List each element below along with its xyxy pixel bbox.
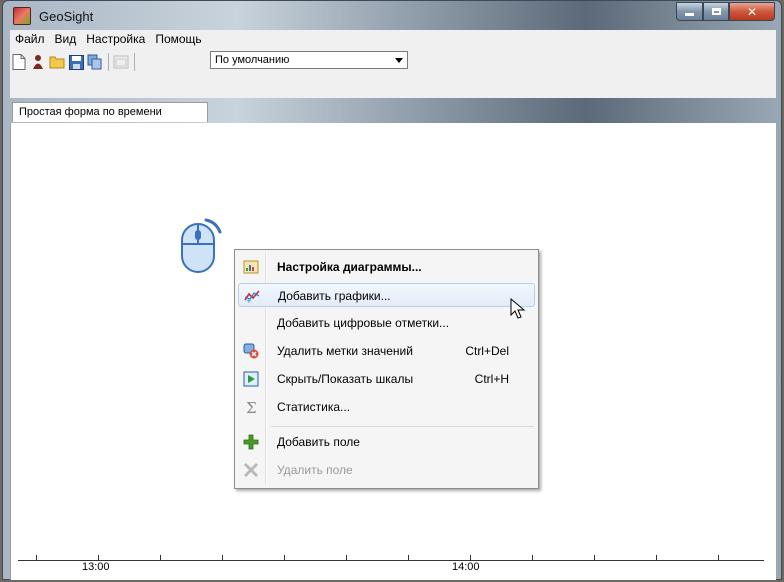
preset-combobox[interactable]: По умолчанию — [210, 51, 408, 69]
save-icon[interactable] — [67, 53, 85, 71]
tab-label: Простая форма по времени — [19, 106, 162, 118]
menu-item-statistics[interactable]: Σ Статистика... — [238, 395, 535, 419]
axis-tick — [346, 555, 347, 561]
open-folder-icon[interactable] — [48, 53, 66, 71]
axis-tick — [532, 555, 533, 561]
copy-icon[interactable] — [86, 53, 104, 71]
sigma-icon: Σ — [246, 399, 257, 415]
menu-help[interactable]: Помощь — [150, 32, 206, 46]
axis-tick — [222, 555, 223, 561]
maximize-button[interactable] — [703, 2, 729, 21]
axis-label-14-00: 14:00 — [452, 561, 480, 573]
close-icon: ✕ — [746, 4, 758, 19]
delete-labels-icon — [243, 343, 259, 359]
svg-text:+: + — [246, 297, 252, 304]
menu-item-chart-settings[interactable]: Настройка диаграммы... — [238, 255, 535, 279]
toolbar-separator — [108, 53, 109, 71]
axis-tick — [160, 555, 161, 561]
toolbar: По умолчанию Простая форма по времени — [10, 48, 776, 122]
person-icon[interactable] — [29, 53, 47, 71]
context-menu: Настройка диаграммы... + Добавить график… — [234, 249, 539, 489]
menu-file[interactable]: Файл — [10, 32, 50, 46]
new-document-icon[interactable] — [10, 53, 28, 71]
menu-settings[interactable]: Настройка — [81, 32, 150, 46]
maximize-icon — [711, 8, 721, 15]
chart-settings-icon — [243, 260, 259, 274]
toggle-scales-icon — [243, 371, 259, 387]
mouse-right-click-icon — [181, 218, 222, 273]
minimize-icon — [685, 13, 694, 16]
axis-tick — [408, 555, 409, 561]
menu-bar: Файл Вид Настройка Помощь — [10, 30, 776, 48]
preset-combobox-value: По умолчанию — [215, 54, 290, 66]
time-axis — [18, 560, 764, 561]
window-icon — [112, 53, 130, 71]
menu-item-delete-value-labels[interactable]: Удалить метки значений Ctrl+Del — [238, 339, 535, 363]
axis-tick — [718, 555, 719, 561]
menu-view[interactable]: Вид — [50, 32, 82, 46]
menu-item-add-field[interactable]: Добавить поле — [238, 430, 535, 454]
axis-tick — [656, 555, 657, 561]
svg-text:Σ: Σ — [246, 399, 257, 415]
minimize-button[interactable] — [676, 2, 703, 21]
tab-simple-time-form[interactable]: Простая форма по времени — [12, 102, 208, 122]
remove-icon — [244, 463, 258, 477]
menu-item-remove-field: Удалить поле — [238, 458, 535, 482]
menu-item-add-digital-marks[interactable]: Добавить цифровые отметки... — [238, 311, 535, 335]
chevron-down-icon[interactable] — [395, 58, 403, 63]
window-title: GeoSight — [39, 8, 94, 24]
menu-item-toggle-scales[interactable]: Скрыть/Показать шкалы Ctrl+H — [238, 367, 535, 391]
menu-item-add-graphs[interactable]: + Добавить графики... — [238, 283, 535, 307]
axis-tick — [36, 555, 37, 561]
plus-icon — [243, 434, 259, 450]
app-icon — [13, 7, 31, 25]
close-button[interactable]: ✕ — [729, 2, 775, 21]
axis-label-13-00: 13:00 — [82, 561, 110, 573]
axis-tick — [594, 555, 595, 561]
add-graphs-icon: + — [244, 290, 260, 304]
axis-tick — [284, 555, 285, 561]
mouse-cursor-icon — [510, 298, 526, 319]
title-bar[interactable]: GeoSight ✕ — [3, 1, 781, 31]
toolbar-separator — [134, 53, 135, 71]
